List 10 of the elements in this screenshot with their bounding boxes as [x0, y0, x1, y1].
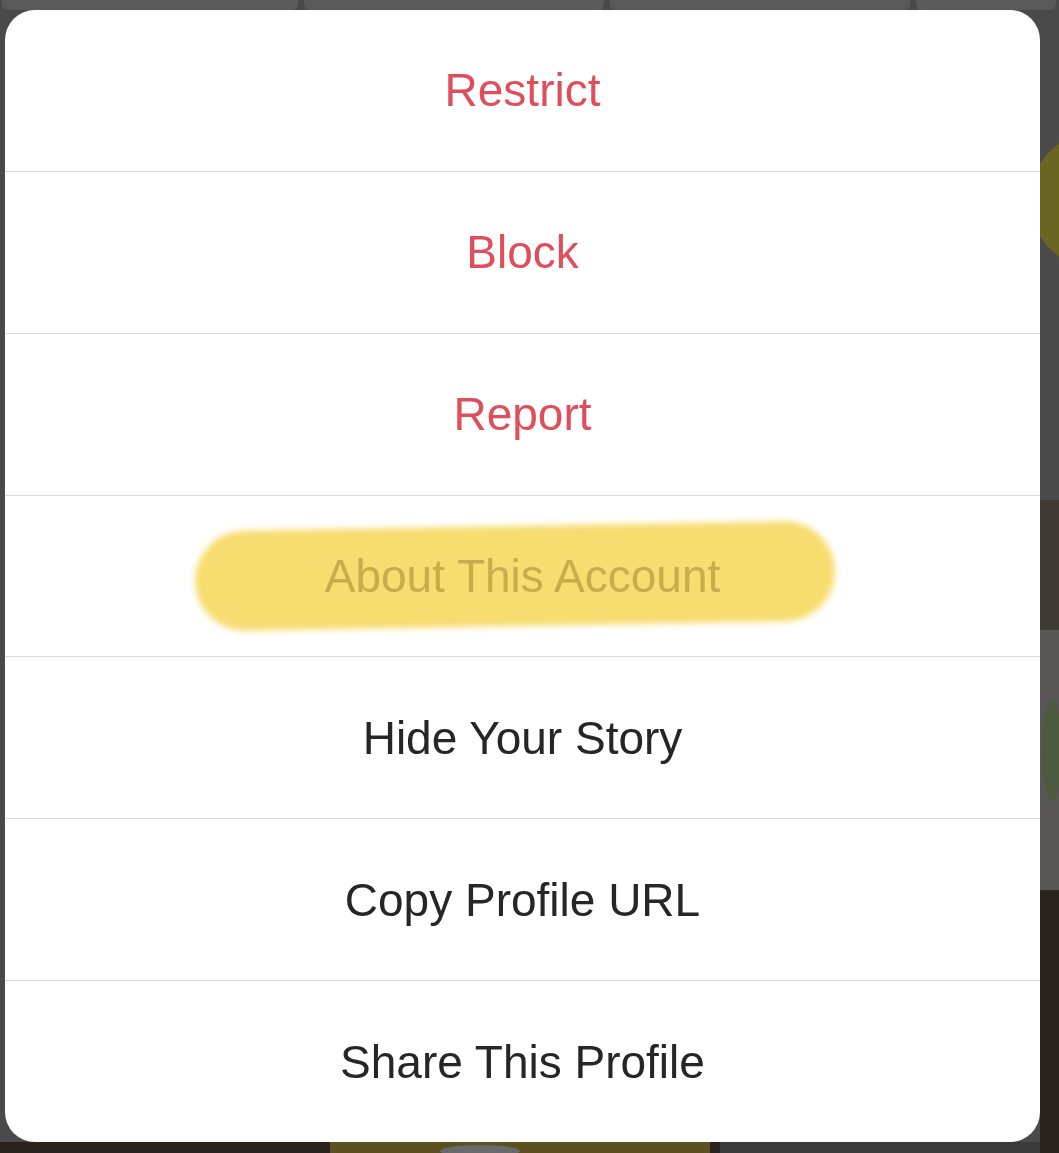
profile-button[interactable]: [916, 0, 1056, 10]
menu-option[interactable]: Report: [445, 383, 600, 446]
menu-option[interactable]: Hide Your Story: [354, 706, 691, 769]
menu-option[interactable]: Copy Profile URL: [336, 868, 709, 931]
menu-option[interactable]: Share This Profile: [332, 1030, 713, 1093]
menu-option[interactable]: Block: [458, 221, 587, 284]
profile-button[interactable]: [610, 0, 910, 10]
profile-button[interactable]: [2, 0, 298, 10]
profile-button[interactable]: [304, 0, 604, 10]
menu-option[interactable]: Restrict: [436, 59, 609, 122]
